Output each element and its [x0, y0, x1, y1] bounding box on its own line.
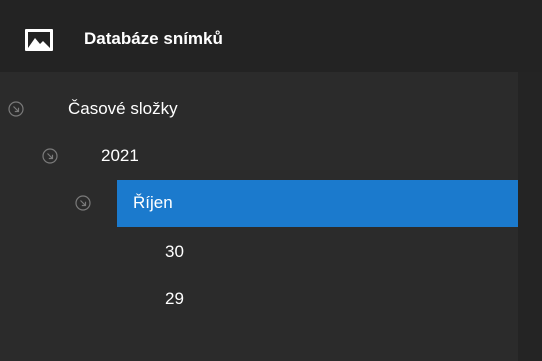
tree-item-label: 30 — [165, 242, 184, 261]
tree-item-time-folders[interactable]: Časové složky — [0, 85, 518, 133]
expanded-arrow-icon[interactable] — [42, 148, 58, 164]
expanded-arrow-icon[interactable] — [75, 195, 91, 211]
tree-item-label: 2021 — [101, 146, 139, 165]
photo-database-panel: Databáze snímků Časové složky 2021 Říjen… — [0, 0, 542, 361]
tree-item-30[interactable]: 30 — [0, 228, 518, 276]
scrollbar-track[interactable] — [518, 72, 542, 361]
tree-item-label: Časové složky — [68, 99, 178, 118]
tree-item-29[interactable]: 29 — [0, 276, 518, 324]
panel-title: Databáze snímků — [84, 29, 223, 48]
image-icon — [25, 29, 53, 51]
expanded-arrow-icon[interactable] — [8, 101, 24, 117]
tree-item-october[interactable]: Říjen — [0, 180, 518, 228]
tree-item-2021[interactable]: 2021 — [0, 133, 518, 181]
panel-header: Databáze snímků — [0, 0, 542, 72]
selection-highlight[interactable]: Říjen — [117, 180, 518, 227]
tree-item-label: Říjen — [133, 193, 173, 212]
tree-item-label: 29 — [165, 289, 184, 308]
